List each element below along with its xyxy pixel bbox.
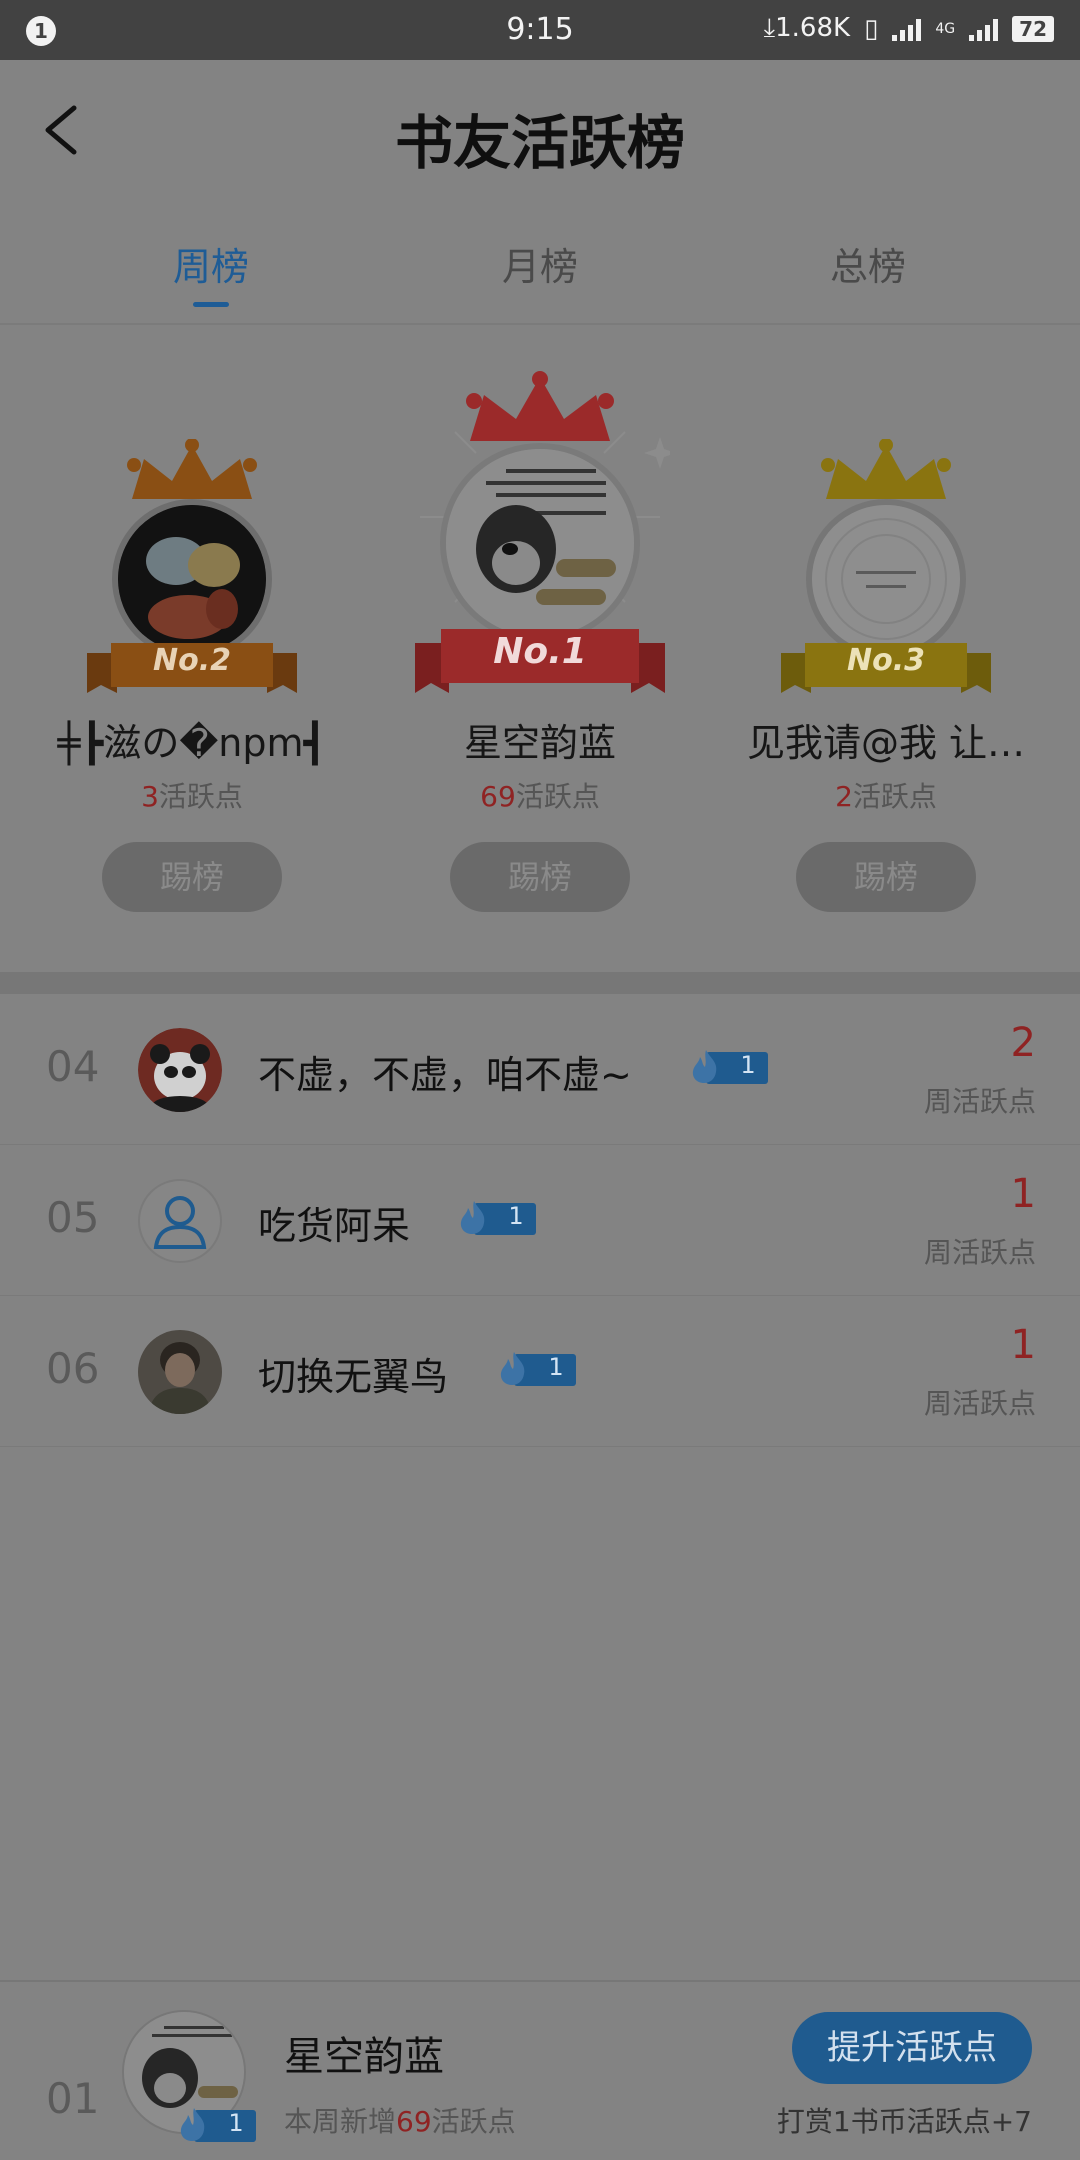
avatar-image [446, 449, 634, 637]
panda-avatar-image [138, 1028, 222, 1112]
podium-name: ╪┣滋の�npm┫ [57, 721, 327, 765]
rank-label: No.2 [153, 643, 231, 678]
kick-rank-button[interactable]: 踢榜 [796, 842, 976, 912]
tab-total[interactable]: 总榜 [788, 236, 948, 291]
flame-icon [500, 1352, 525, 1385]
battery-icon: 72 [1012, 15, 1054, 42]
crown-icon [466, 371, 614, 441]
avatar [112, 499, 272, 659]
flame-icon [180, 2108, 205, 2141]
user-name: 吃货阿呆 [258, 1204, 411, 1248]
photo-avatar-image [138, 1330, 222, 1414]
app-header: 书友活跃榜 [0, 60, 1080, 200]
my-weekly-points: 本周新增69活跃点 [284, 2105, 516, 2138]
avatar-image [118, 505, 266, 653]
my-rank-bar: 01 1 星空韵蓝 本周新增69活跃点 提升活跃点 打赏1书币活跃点+7 [0, 1980, 1080, 2160]
list-item[interactable]: 06 切换无翼鸟 1 1 周活跃点 [0, 1296, 1080, 1447]
flame-icon [460, 1201, 485, 1234]
section-divider [0, 972, 1080, 994]
avatar [138, 1330, 222, 1414]
my-name: 星空韵蓝 [284, 2034, 444, 2080]
fan-level-badge: 1 [456, 1199, 536, 1235]
fan-level-badge: 1 [688, 1048, 768, 1084]
avatar [138, 1179, 222, 1263]
user-name: 切换无翼鸟 [258, 1355, 449, 1399]
podium-first[interactable]: No.1 星空韵蓝 69活跃点 踢榜 [370, 327, 710, 972]
podium: No.2 ╪┣滋の�npm┫ 3活跃点 踢榜 No.1 星空韵蓝 69活跃点 踢… [0, 327, 1080, 972]
score-value: 1 [1010, 1322, 1036, 1368]
active-tab-indicator [193, 302, 229, 307]
tab-monthly[interactable]: 月榜 [460, 236, 620, 291]
podium-points: 3活跃点 [141, 780, 243, 813]
podium-third[interactable]: No.3 见我请@我 让… 2活跃点 踢榜 [716, 327, 1056, 972]
user-name: 不虚，不虚，咱不虚~ [258, 1053, 632, 1097]
boost-activity-button[interactable]: 提升活跃点 [792, 2012, 1032, 2084]
rank-number: 05 [46, 1193, 100, 1242]
fan-level-badge: 1 [496, 1350, 576, 1386]
score-label: 周活跃点 [923, 1387, 1036, 1420]
signal-icon-2 [969, 17, 999, 41]
period-tabs: 周榜 月榜 总榜 [0, 220, 1080, 325]
kick-rank-button[interactable]: 踢榜 [450, 842, 630, 912]
list-item[interactable]: 04 不虚，不虚，咱不虚~ 1 2 周活跃点 [0, 994, 1080, 1145]
podium-name: 星空韵蓝 [463, 721, 616, 765]
score-label: 周活跃点 [923, 1085, 1036, 1118]
default-user-icon [153, 1196, 207, 1249]
list-item[interactable]: 05 吃货阿呆 1 1 周活跃点 [0, 1145, 1080, 1296]
flame-icon [692, 1050, 717, 1083]
rank-label: No.3 [847, 643, 925, 678]
rank-number: 04 [46, 1042, 100, 1091]
score-value: 1 [1010, 1171, 1036, 1217]
podium-points: 2活跃点 [835, 780, 937, 813]
score-label: 周活跃点 [923, 1236, 1036, 1269]
reward-hint: 打赏1书币活跃点+7 [776, 2105, 1032, 2138]
avatar [138, 1028, 222, 1112]
network-type: 4G [935, 20, 956, 37]
tab-weekly[interactable]: 周榜 [131, 236, 291, 291]
kick-rank-button[interactable]: 踢榜 [102, 842, 282, 912]
status-bar: 1 9:15 ⤓1.68K ▯ 4G 72 [0, 0, 1080, 60]
signal-icon [892, 17, 922, 41]
rank-number: 06 [46, 1344, 100, 1393]
status-indicators: ⤓1.68K ▯ 4G 72 [764, 13, 1054, 44]
rank-label: No.1 [493, 631, 587, 672]
rank-list: 04 不虚，不虚，咱不虚~ 1 2 周活跃点 05 吃货阿呆 1 1 周活跃点 … [0, 994, 1080, 1447]
page-title: 书友活跃榜 [394, 109, 685, 177]
vibrate-icon: ▯ [864, 13, 879, 44]
podium-points: 69活跃点 [480, 780, 600, 813]
avatar [440, 443, 640, 643]
download-speed: ⤓1.68K [763, 13, 851, 43]
score-value: 2 [1010, 1020, 1036, 1066]
fan-level-badge: 1 [176, 2106, 256, 2142]
avatar [806, 499, 966, 659]
podium-second[interactable]: No.2 ╪┣滋の�npm┫ 3活跃点 踢榜 [22, 327, 362, 972]
my-rank-number: 01 [46, 2074, 100, 2123]
avatar-image [812, 505, 960, 653]
podium-name: 见我请@我 让… [746, 721, 1026, 765]
